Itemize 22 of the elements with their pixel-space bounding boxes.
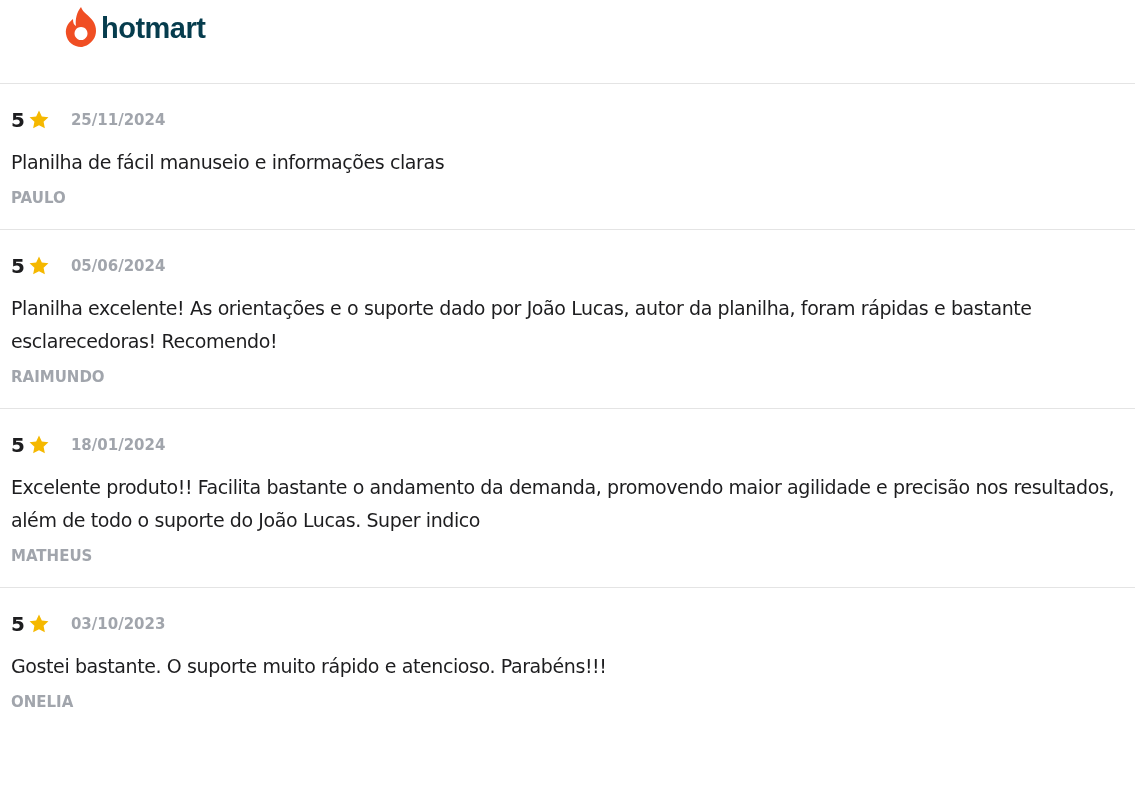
review-date: 03/10/2023 [70,615,166,633]
star-icon [27,613,50,635]
review-date: 05/06/2024 [70,257,166,275]
rating-value: 5 [11,612,25,636]
review-date: 25/11/2024 [70,111,166,129]
review-date: 18/01/2024 [70,436,166,454]
star-icon [27,109,50,131]
star-icon [27,434,50,456]
review-text: Excelente produto!! Facilita bastante o andamento da demanda, promovendo maior agilidade e precisão nos resultados, além de todo o suporte do João Lucas. Super indico [11,475,1116,533]
rating-value: 5 [11,108,25,132]
review-text: Planilha de fácil manuseio e informações claras [11,150,446,175]
hotmart-logo[interactable]: hotmart [65,5,206,47]
review-author: ONELIA [11,693,75,711]
review-author: PAULO [11,189,67,207]
rating-value: 5 [11,433,25,457]
review-text: Planilha excelente! As orientações e o suporte dado por João Lucas, autor da planilha, foram rápidas e bastante esclarecedoras! Recomendo! [11,296,1033,354]
review-author: MATHEUS [11,547,94,565]
rating-value: 5 [11,254,25,278]
star-icon [27,255,50,277]
review-author: RAIMUNDO [11,368,106,386]
flame-icon [65,5,97,47]
review-text: Gostei bastante. O suporte muito rápido e atencioso. Parabéns!!! [11,654,608,679]
